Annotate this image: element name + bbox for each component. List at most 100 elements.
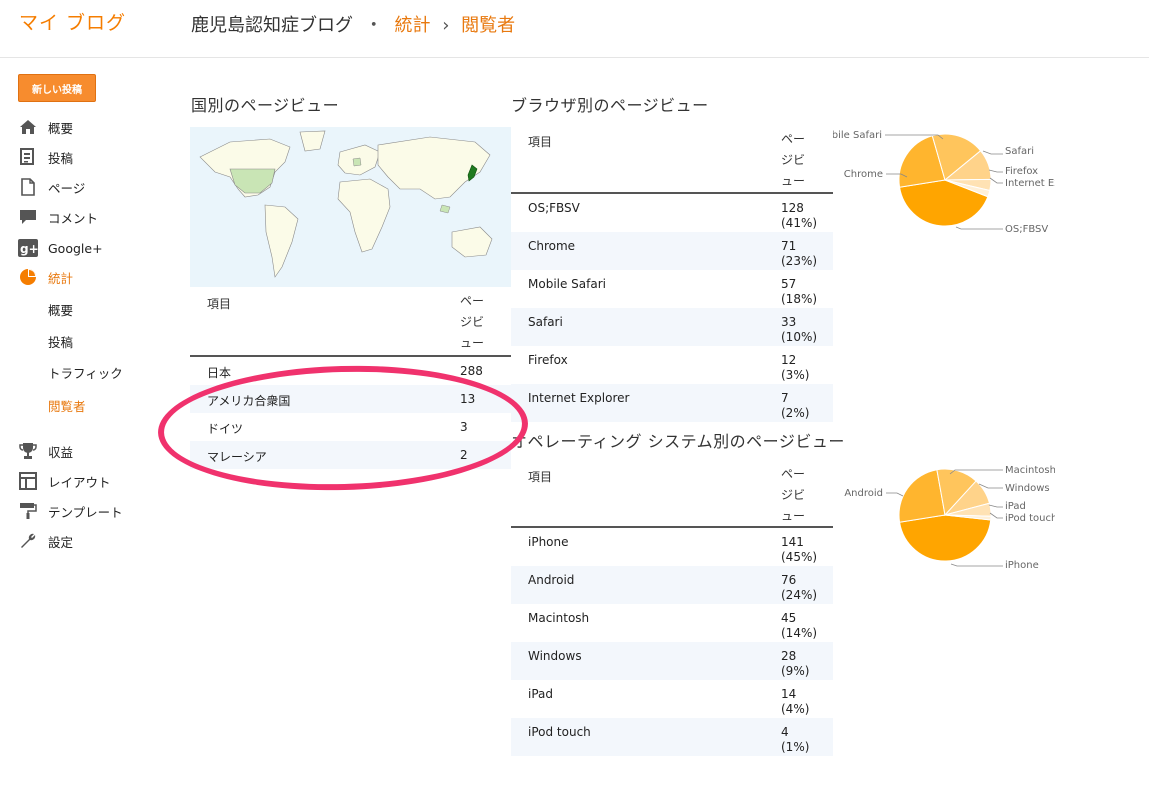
sidebar-item-label: ページ: [48, 180, 86, 196]
browser-table: 項目 ペー ジビ ュー OS;FBSV 128 (41%) Chrome 71 (23%)…: [511, 125, 833, 422]
table-row: Mobile Safari 57 (18%): [511, 270, 833, 308]
breadcrumb-viewers: 閲覧者: [461, 15, 516, 36]
row-count: 12: [781, 353, 797, 367]
table-row: iPhone 141 (45%): [511, 528, 833, 566]
sidebar-item-label: 統計: [48, 270, 74, 286]
table-row: Chrome 71 (23%): [511, 232, 833, 270]
os-pie-chart[interactable]: Macintosh Windows iPadiPod touch Android iPh…: [833, 460, 1055, 575]
row-value: 288: [460, 364, 483, 378]
sidebar-item-layout[interactable]: レイアウト: [18, 470, 111, 492]
sidebar-item-earnings[interactable]: 収益: [18, 440, 73, 462]
row-value: 12 (3%): [781, 353, 809, 383]
sidebar-sub-overview[interactable]: 概要: [48, 300, 73, 319]
browser-section-title: ブラウザ別のページビュー: [511, 96, 709, 115]
country-section-title: 国別のページビュー: [191, 96, 340, 115]
row-count: 7: [781, 391, 789, 405]
sidebar-item-label: コメント: [48, 210, 99, 226]
table-row: Internet Explorer 7 (2%): [511, 384, 833, 422]
row-name: Chrome: [528, 239, 576, 253]
pie-label: iPad: [1005, 501, 1026, 512]
row-name: Mobile Safari: [528, 277, 606, 291]
sidebar-item-label: Google+: [48, 240, 103, 256]
table-row: Macintosh 45 (14%): [511, 604, 833, 642]
row-name: Macintosh: [528, 611, 590, 625]
row-percent: (10%): [781, 330, 818, 344]
row-percent: (2%): [781, 406, 810, 420]
table-row: Safari 33 (10%): [511, 308, 833, 346]
row-count: 28: [781, 649, 797, 663]
table-row: Firefox 12 (3%): [511, 346, 833, 384]
row-percent: (3%): [781, 368, 810, 382]
sidebar-item-label: 収益: [48, 444, 74, 460]
sidebar-item-stats[interactable]: 統計: [18, 266, 73, 288]
new-post-button[interactable]: 新しい投稿: [18, 74, 96, 102]
row-name: Firefox: [528, 353, 568, 367]
sidebar-sub-viewers[interactable]: 閲覧者: [48, 396, 86, 415]
pie-label: Windows: [1005, 483, 1050, 494]
sidebar-sub-traffic[interactable]: トラフィック: [48, 363, 123, 382]
row-percent: (45%): [781, 550, 818, 564]
row-name: iPod touch: [528, 725, 591, 739]
row-name: OS;FBSV: [528, 201, 580, 215]
pie-slice-iphone[interactable]: [898, 514, 992, 562]
sidebar-sub-posts[interactable]: 投稿: [48, 332, 73, 351]
sidebar-item-posts[interactable]: 投稿: [18, 146, 73, 168]
breadcrumb-stats-link[interactable]: 統計: [394, 15, 430, 36]
header-line: ジビ: [781, 153, 806, 167]
row-count: 4: [781, 725, 789, 739]
row-count: 141: [781, 535, 804, 549]
sidebar-item-settings[interactable]: 設定: [18, 530, 73, 552]
pie-label: Safari: [1005, 146, 1034, 157]
stats-pie-icon: [18, 268, 38, 286]
table-row: iPod touch 4 (1%): [511, 718, 833, 756]
header-line: ペー: [781, 132, 806, 146]
row-count: 45: [781, 611, 797, 625]
pie-label: Android: [844, 488, 883, 499]
header-line: ュー: [781, 174, 806, 188]
row-name: iPhone: [528, 535, 569, 549]
row-value: 4 (1%): [781, 725, 809, 755]
svg-text:g+: g+: [20, 242, 38, 256]
pie-label: iPhone: [1005, 560, 1039, 571]
os-section-title: オペレーティング システム別のページビュー: [511, 432, 845, 451]
pie-leader-line: [955, 226, 1003, 230]
pie-leader-line: [886, 492, 904, 497]
row-percent: (4%): [781, 702, 810, 716]
app-title[interactable]: マイ ブログ: [19, 8, 126, 35]
row-percent: (23%): [781, 254, 818, 268]
row-percent: (24%): [781, 588, 818, 602]
row-percent: (41%): [781, 216, 818, 230]
breadcrumb: 鹿児島認知症ブログ ・ 統計 › 閲覧者: [191, 11, 515, 37]
row-value: 141 (45%): [781, 535, 817, 565]
sidebar-item-overview[interactable]: 概要: [18, 116, 73, 138]
header-line: ペー: [781, 467, 806, 481]
row-count: 57: [781, 277, 797, 291]
sidebar-item-google-plus[interactable]: g+ Google+: [18, 237, 103, 259]
sidebar-item-comments[interactable]: コメント: [18, 206, 98, 228]
pie-label: Internet Ex: [1005, 178, 1055, 189]
pie-leader-line: [989, 177, 1003, 184]
table-row: Windows 28 (9%): [511, 642, 833, 680]
browser-pie-chart[interactable]: Mobile Safari Safari FirefoxInternet Ex Chr…: [833, 125, 1055, 240]
trophy-icon: [18, 442, 38, 460]
col-pageviews-header: ペー ジビ ュー: [460, 291, 484, 354]
sidebar-item-label: レイアウト: [48, 474, 111, 490]
pie-label: iPod touch: [1005, 513, 1055, 524]
row-value: 71 (23%): [781, 239, 817, 269]
row-name: Safari: [528, 315, 563, 329]
map-germany[interactable]: [352, 157, 362, 167]
col-item-header: 項目: [528, 135, 553, 149]
breadcrumb-separator: ・: [364, 15, 383, 36]
pie-leader-line: [988, 169, 1003, 173]
row-count: 33: [781, 315, 797, 329]
page-icon: [18, 178, 38, 196]
world-map[interactable]: [190, 127, 511, 287]
pie-leader-line: [988, 504, 1003, 508]
row-value: 45 (14%): [781, 611, 817, 641]
sidebar-item-template[interactable]: テンプレート: [18, 500, 123, 522]
sidebar-item-pages[interactable]: ページ: [18, 176, 85, 198]
row-value: 28 (9%): [781, 649, 809, 679]
header-line: ペー: [460, 294, 485, 308]
home-icon: [18, 118, 38, 136]
row-value: 76 (24%): [781, 573, 817, 603]
